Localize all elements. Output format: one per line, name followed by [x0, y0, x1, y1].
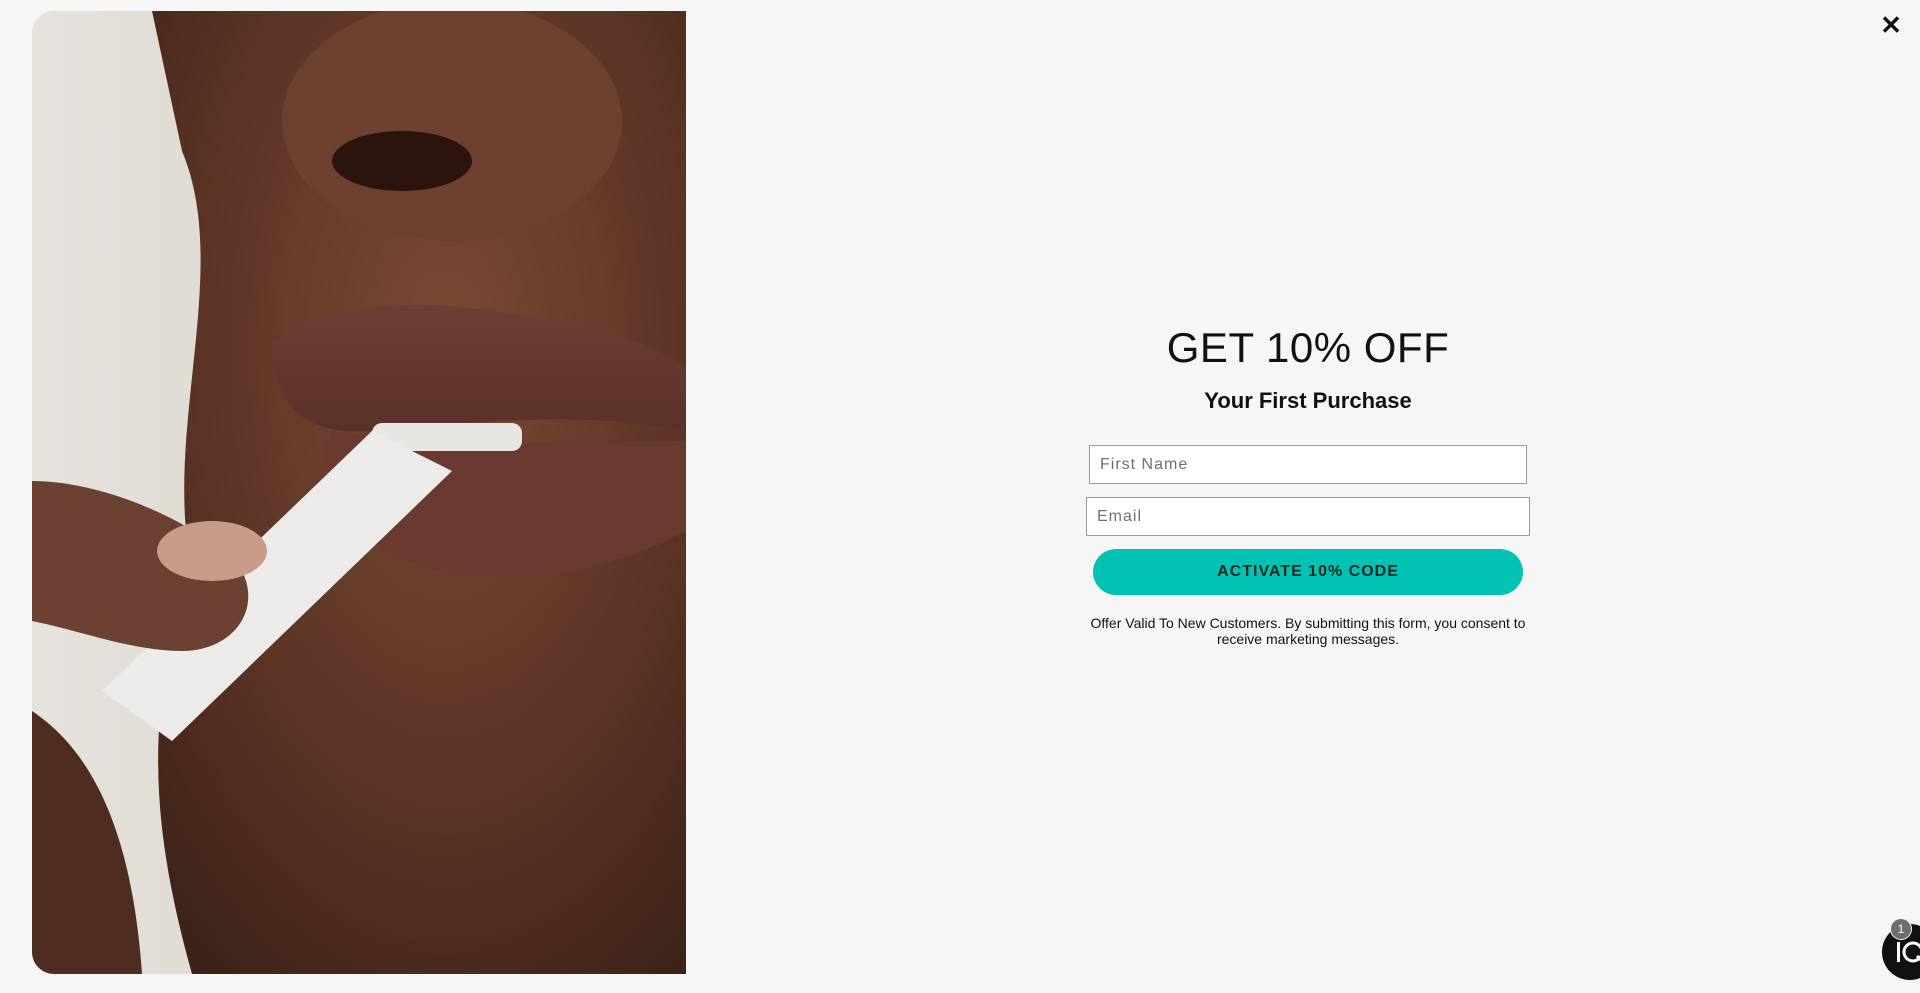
notification-badge: 1 [1890, 918, 1912, 940]
disclaimer-text: Offer Valid To New Customers. By submitt… [1090, 615, 1526, 647]
activate-code-button[interactable]: ACTIVATE 10% CODE [1093, 549, 1523, 595]
hero-photo-illustration [32, 11, 686, 974]
hero-image [32, 11, 686, 974]
signup-popup: ✕ GET 10% OFF Your First Purchase ACTIVA… [0, 0, 1920, 993]
first-name-field[interactable] [1089, 445, 1527, 484]
popup-headline: GET 10% OFF [1166, 324, 1450, 371]
close-icon: ✕ [1880, 10, 1902, 40]
chat-logo-icon [1897, 941, 1920, 963]
email-field[interactable] [1086, 497, 1530, 536]
close-button[interactable]: ✕ [1876, 10, 1906, 40]
popup-subhead: Your First Purchase [1204, 388, 1412, 413]
signup-form: GET 10% OFF Your First Purchase ACTIVATE… [1080, 320, 1536, 647]
